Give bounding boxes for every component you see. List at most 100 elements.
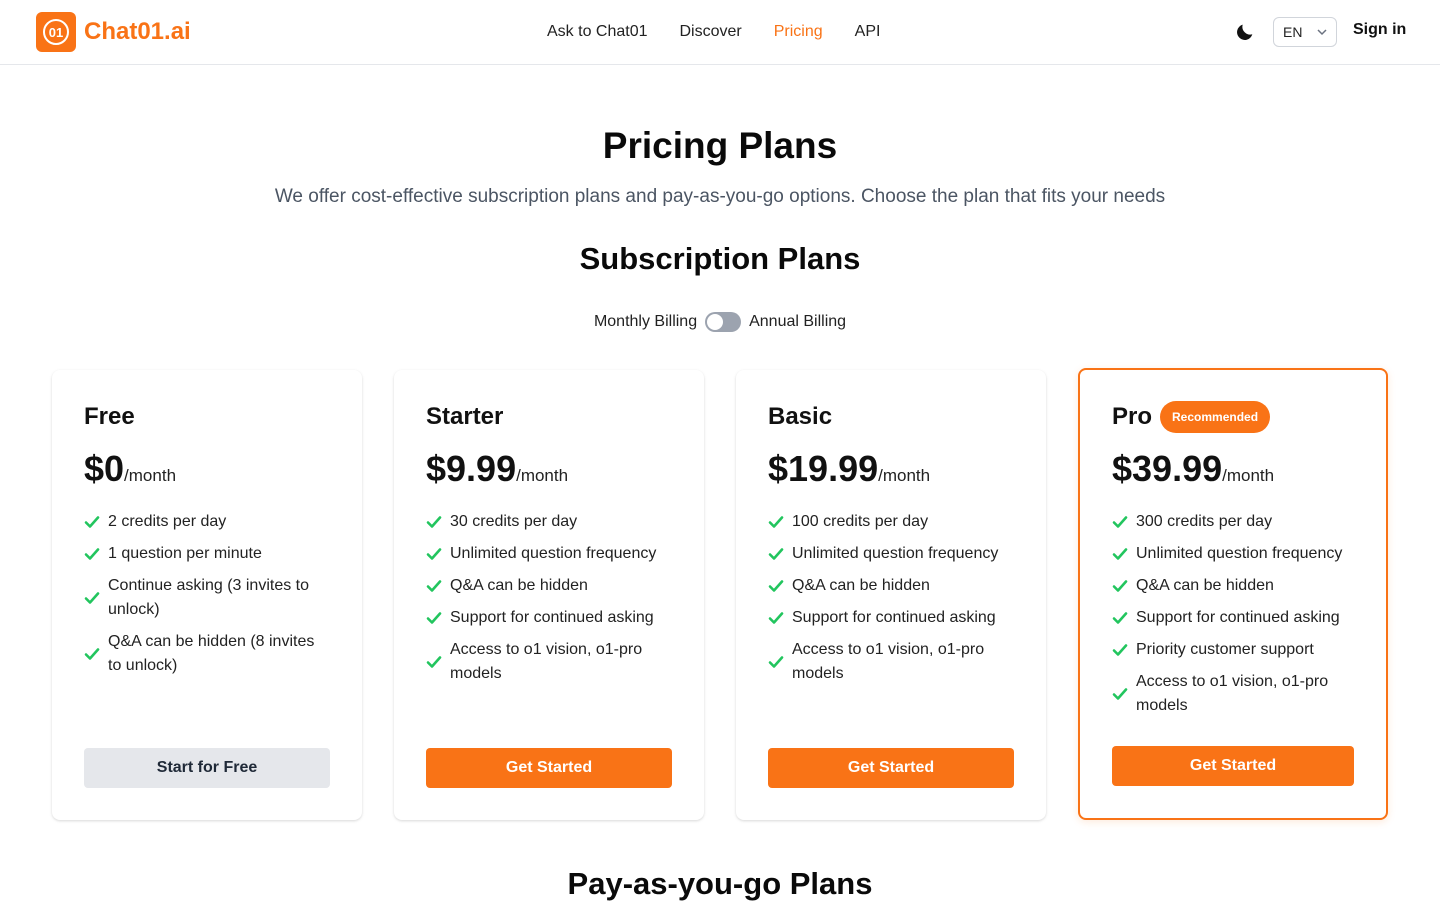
check-icon (84, 592, 100, 604)
plan-header: Pro Recommended (1112, 401, 1354, 433)
feature-item: Unlimited question frequency (1112, 542, 1354, 566)
feature-item: Access to o1 vision, o1-pro models (1112, 670, 1354, 718)
plan-card-starter: Starter $9.99 /month 30 credits per day U… (394, 370, 704, 820)
feature-text: 30 credits per day (450, 513, 578, 530)
plan-name: Basic (768, 403, 833, 430)
main-nav: Ask to Chat01 Discover Pricing API (547, 0, 880, 64)
feature-item: Access to o1 vision, o1-pro models (768, 638, 1014, 686)
feature-item: Q&A can be hidden (1112, 574, 1354, 598)
logo-mark-text: 01 (43, 19, 69, 45)
check-icon (768, 656, 784, 668)
billing-toggle[interactable] (705, 312, 742, 332)
feature-item: 30 credits per day (426, 510, 672, 534)
nav-pricing[interactable]: Pricing (774, 23, 823, 41)
check-icon (1112, 580, 1128, 592)
check-icon (426, 656, 442, 668)
check-icon (768, 516, 784, 528)
nav-api[interactable]: API (855, 23, 881, 41)
signin-link[interactable]: Sign in (1353, 21, 1406, 39)
price-row: $19.99 /month (768, 448, 1014, 490)
subscription-title: Subscription Plans (579, 241, 861, 276)
feature-text: Access to o1 vision, o1-pro models (1136, 673, 1329, 714)
nav-ask[interactable]: Ask to Chat01 (547, 23, 648, 41)
billing-toggle-row: Monthly Billing Annual Billing (0, 312, 1440, 332)
check-icon (426, 548, 442, 560)
feature-text: Access to o1 vision, o1-pro models (450, 641, 643, 682)
language-select[interactable]: EN (1273, 17, 1337, 47)
brand-name: Chat01.ai (84, 18, 191, 45)
moon-icon[interactable] (1234, 21, 1256, 43)
plan-price: $19.99 (768, 448, 879, 489)
page-title: Pricing Plans (602, 125, 838, 166)
check-icon (768, 612, 784, 624)
plan-period: /month (878, 466, 931, 485)
plan-period: /month (516, 466, 569, 485)
feature-item: Support for continued asking (1112, 606, 1354, 630)
feature-text: Unlimited question frequency (1136, 545, 1343, 562)
check-icon (768, 580, 784, 592)
feature-item: Continue asking (3 invites to unlock) (84, 574, 330, 622)
feature-text: Q&A can be hidden (8 invites to unlock) (108, 633, 315, 674)
plan-name: Free (84, 403, 135, 430)
price-row: $39.99 /month (1112, 448, 1354, 490)
check-icon (84, 648, 100, 660)
plan-period: /month (124, 466, 177, 485)
plan-name: Starter (426, 403, 504, 430)
plan-price: $9.99 (426, 448, 517, 489)
price-row: $0 /month (84, 448, 330, 490)
feature-item: Q&A can be hidden (768, 574, 1014, 598)
feature-item: Q&A can be hidden (426, 574, 672, 598)
payg-title: Pay-as-you-go Plans (567, 866, 873, 901)
plan-header: Starter (426, 402, 672, 432)
feature-item: 300 credits per day (1112, 510, 1354, 534)
plan-card-basic: Basic $19.99 /month 100 credits per day U… (736, 370, 1046, 820)
feature-text: 1 question per minute (108, 545, 262, 562)
feature-text: Q&A can be hidden (792, 577, 930, 594)
feature-text: Priority customer support (1136, 641, 1314, 658)
billing-monthly-label: Monthly Billing (593, 313, 698, 330)
feature-item: Support for continued asking (768, 606, 1014, 630)
check-icon (84, 548, 100, 560)
plan-header: Basic (768, 402, 1014, 432)
feature-text: 300 credits per day (1136, 513, 1273, 530)
check-icon (426, 580, 442, 592)
plan-header: Free (84, 402, 330, 432)
feature-list: 100 credits per day Unlimited question fr… (768, 510, 1014, 686)
feature-item: 2 credits per day (84, 510, 330, 534)
plan-card-free: Free $0 /month 2 credits per day 1 questi… (52, 370, 362, 820)
chevron-down-icon (1317, 29, 1327, 36)
check-icon (1112, 516, 1128, 528)
get-started-button[interactable]: Get Started (768, 748, 1014, 788)
get-started-button[interactable]: Get Started (1112, 746, 1354, 786)
get-started-button[interactable]: Get Started (426, 748, 672, 788)
feature-text: 100 credits per day (792, 513, 929, 530)
check-icon (1112, 612, 1128, 624)
feature-item: 1 question per minute (84, 542, 330, 566)
recommended-badge: Recommended (1160, 401, 1271, 433)
plan-price: $39.99 (1112, 448, 1223, 489)
feature-item: Unlimited question frequency (426, 542, 672, 566)
plan-name: Pro (1112, 403, 1153, 430)
plan-period: /month (1222, 466, 1275, 485)
brand-logo[interactable]: 01 Chat01.ai (36, 12, 191, 52)
check-icon (1112, 548, 1128, 560)
feature-text: Q&A can be hidden (1136, 577, 1274, 594)
toggle-knob (707, 314, 724, 330)
top-header: 01 Chat01.ai Ask to Chat01 Discover Pric… (0, 0, 1440, 65)
language-value: EN (1283, 24, 1303, 40)
check-icon (426, 612, 442, 624)
plan-card-pro: Pro Recommended $39.99 /month 300 credit… (1078, 368, 1388, 820)
feature-text: Support for continued asking (1136, 609, 1340, 626)
billing-annual-label: Annual Billing (749, 313, 847, 330)
feature-item: Q&A can be hidden (8 invites to unlock) (84, 630, 330, 678)
page-subtitle: We offer cost-effective subscription pla… (274, 186, 1166, 207)
feature-item: Unlimited question frequency (768, 542, 1014, 566)
check-icon (768, 548, 784, 560)
feature-item: Priority customer support (1112, 638, 1354, 662)
check-icon (426, 516, 442, 528)
feature-item: Support for continued asking (426, 606, 672, 630)
nav-discover[interactable]: Discover (680, 23, 742, 41)
feature-item: 100 credits per day (768, 510, 1014, 534)
check-icon (1112, 688, 1128, 700)
start-free-button[interactable]: Start for Free (84, 748, 330, 788)
